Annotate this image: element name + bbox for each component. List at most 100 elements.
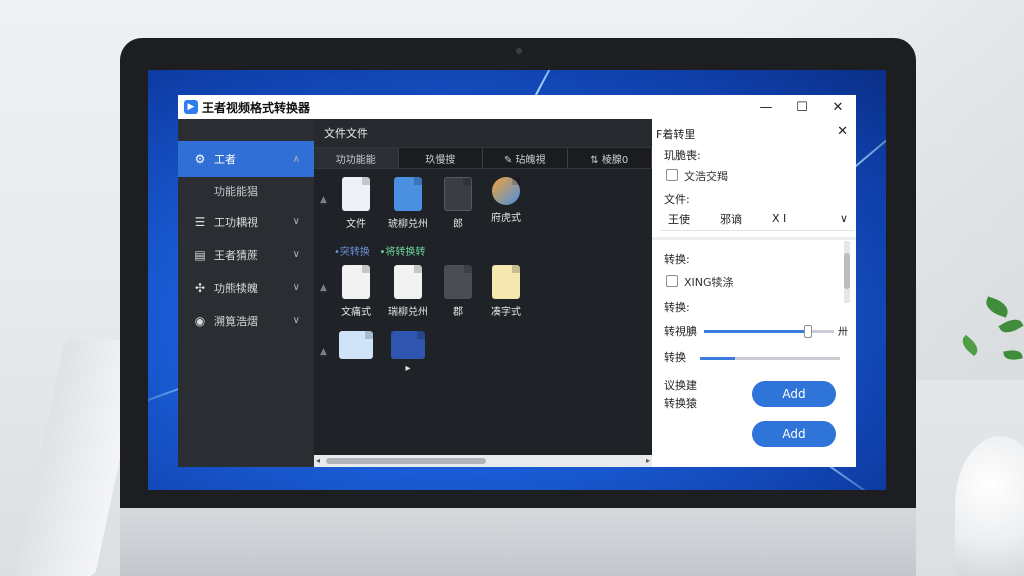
panel-close-icon[interactable]: ✕: [837, 124, 848, 139]
chevron-up-icon: ∧: [292, 153, 300, 165]
add-button[interactable]: Add: [752, 381, 836, 407]
chevron-down-icon: ∨: [292, 216, 300, 227]
file-tabs: 功功能能 玖慢搜 ✎ 玷魄視 ⇅ 棱腺0: [314, 147, 652, 169]
section-label: 文件:: [664, 193, 690, 206]
sidebar-item-label: 王者猜蔗: [214, 248, 258, 262]
select-option: 邪谪: [720, 212, 742, 226]
file-browser-header: 文件文件: [314, 119, 652, 147]
slider-knob[interactable]: [804, 325, 812, 338]
slider-end-label: 卅: [838, 327, 848, 338]
file-item[interactable]: 府虎式: [476, 177, 536, 224]
globe-icon: ◉: [194, 313, 206, 328]
media-file-icon: [492, 177, 520, 205]
sidebar-item-4[interactable]: ✣ 功熊犊魄 ∨: [178, 271, 314, 304]
chevron-down-icon: ∨: [292, 249, 300, 260]
video-file-icon: [391, 331, 425, 359]
format-select[interactable]: 王使 邪谪 X I ∨: [660, 207, 854, 231]
window-controls: — ☐ ✕: [748, 95, 856, 119]
sidebar-item-label: 工功耦視: [214, 215, 258, 229]
row-caption: •突转换 •将转换转: [334, 243, 425, 258]
gear-icon: ⚙: [194, 152, 206, 166]
sidebar: ⚙ 工者 ∧ 功能能猖 ☰ 工功耦視 ∨ ▤ 王者猜蔗 ∨ ✣ 功熊犊魄 ∨ ◉…: [178, 119, 314, 467]
tab-2[interactable]: 玖慢搜: [399, 148, 483, 168]
horizontal-scrollbar[interactable]: ◂ ▸: [314, 455, 652, 467]
slider-label: 转視腆: [664, 325, 697, 338]
file-label: 文痛式: [341, 307, 371, 318]
section-label: 转换猿: [664, 397, 697, 410]
scrollbar-thumb[interactable]: [844, 253, 850, 289]
app-logo-icon: ▶: [184, 100, 198, 114]
panel-title: F着转里: [656, 128, 696, 141]
webcam: [516, 48, 522, 54]
slider-fill: [704, 330, 808, 333]
add-button[interactable]: Add: [752, 421, 836, 447]
terminal-file-icon: [444, 177, 472, 211]
checkbox[interactable]: [666, 169, 678, 181]
minimize-button[interactable]: —: [748, 95, 784, 119]
checkbox[interactable]: [666, 275, 678, 287]
row-caption-right: •将转换转: [379, 247, 426, 258]
sparkle-icon: ✣: [194, 280, 206, 295]
section-label: 转换:: [664, 253, 690, 266]
sidebar-subitem[interactable]: 功能能猖: [178, 177, 314, 205]
sidebar-item-3[interactable]: ▤ 王者猜蔗 ∨: [178, 238, 314, 271]
file-item[interactable]: 文件: [326, 177, 386, 230]
sidebar-item-2[interactable]: ☰ 工功耦視 ∨: [178, 205, 314, 238]
file-item[interactable]: [326, 331, 386, 363]
document-icon: [394, 265, 422, 299]
file-label: 凑字式: [491, 307, 521, 318]
select-option: 王使: [668, 212, 690, 226]
slider-label: 转换: [664, 351, 686, 364]
section-label: 玑脆喪:: [664, 149, 701, 162]
maximize-button[interactable]: ☐: [784, 95, 820, 119]
sidebar-item-5[interactable]: ◉ 溯筧浩熠 ∨: [178, 304, 314, 337]
slider-track[interactable]: [700, 357, 840, 360]
chevron-down-icon: ∨: [839, 212, 848, 225]
tab-1[interactable]: 功功能能: [314, 148, 399, 168]
sliders-icon: ☰: [194, 214, 206, 229]
row-caption-left: •突转换: [334, 247, 370, 258]
file-item[interactable]: 凑字式: [476, 265, 536, 318]
document-icon: [444, 265, 472, 299]
chevron-down-icon: ∨: [292, 315, 300, 326]
tab-4[interactable]: ⇅ 棱腺0: [568, 148, 652, 168]
file-label: 琥柳兑州: [388, 219, 428, 230]
scrollbar-thumb[interactable]: [326, 458, 486, 464]
document-icon: [394, 177, 422, 211]
divider: [652, 237, 856, 240]
checkbox-label: XING犊涤: [684, 276, 734, 289]
vertical-scrollbar[interactable]: [844, 241, 850, 303]
file-icon: ▤: [194, 247, 206, 262]
scroll-right-arrow-icon[interactable]: ▸: [646, 455, 650, 467]
sidebar-item-label: 溯筧浩熠: [214, 314, 258, 328]
section-label: 转换:: [664, 301, 690, 314]
section-label: 议换建: [664, 379, 697, 392]
file-item[interactable]: ▸: [378, 331, 438, 374]
tab-3[interactable]: ✎ 玷魄視: [483, 148, 568, 168]
file-label: 郡: [453, 307, 463, 318]
close-button[interactable]: ✕: [820, 95, 856, 119]
sidebar-item-tools[interactable]: ⚙ 工者 ∧: [178, 141, 314, 177]
settings-panel: F着转里 ✕ 玑脆喪: 文浩交羯 文件: 王使 邪谪 X I ∨ 转换: XIN…: [652, 119, 856, 467]
monitor-chin: [120, 508, 916, 576]
file-label: ▸: [405, 363, 411, 374]
slider-track[interactable]: [704, 325, 834, 338]
file-label: 郎: [453, 219, 463, 230]
document-icon: [342, 177, 370, 211]
scroll-left-arrow-icon[interactable]: ◂: [316, 455, 320, 467]
sidebar-item-label: 工者: [214, 153, 236, 166]
title-bar: ▶ 王者视频格式转换器 — ☐ ✕: [178, 95, 856, 119]
app-title: 王者视频格式转换器: [202, 100, 311, 115]
chevron-down-icon: ∨: [292, 282, 300, 293]
sidebar-item-label: 功熊犊魄: [214, 281, 258, 295]
app-window: ▶ 王者视频格式转换器 — ☐ ✕ ⚙ 工者 ∧ 功能能猖 ☰ 工功耦視 ∨ ▤…: [178, 95, 856, 467]
file-label: 瑞柳兑州: [388, 307, 428, 318]
checkbox-label: 文浩交羯: [684, 170, 728, 183]
select-option: X I: [772, 212, 787, 225]
file-item[interactable]: 文痛式: [326, 265, 386, 318]
file-label: 府虎式: [491, 213, 521, 224]
image-file-icon: [339, 331, 373, 359]
slider-fill: [700, 357, 735, 360]
document-icon: [492, 265, 520, 299]
document-icon: [342, 265, 370, 299]
